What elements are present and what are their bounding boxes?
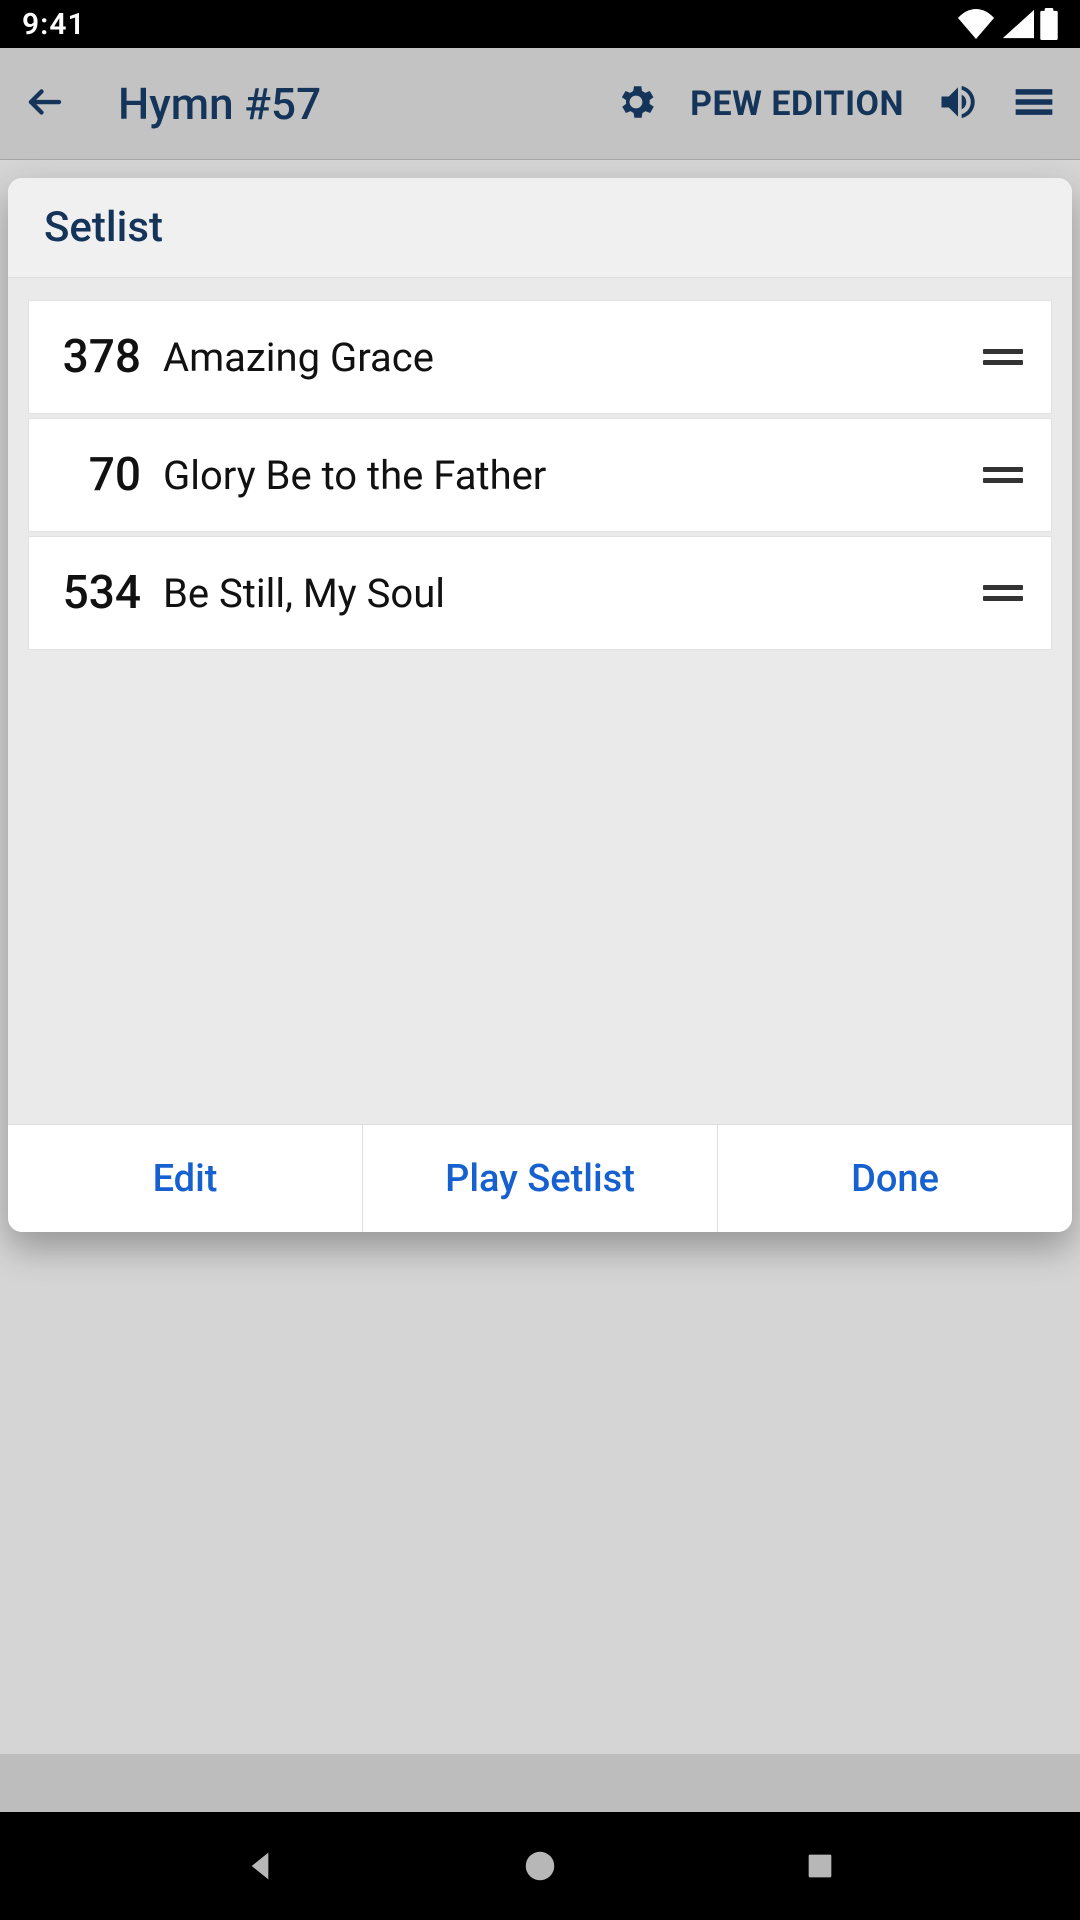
setlist-list: 378 Amazing Grace 70 Glory Be to the Fat… xyxy=(28,300,1052,1100)
list-item[interactable]: 534 Be Still, My Soul xyxy=(28,536,1052,650)
edition-label[interactable]: PEW EDITION xyxy=(690,84,904,124)
hymn-title: Amazing Grace xyxy=(159,334,975,381)
setlist-dialog: Setlist 378 Amazing Grace 70 Glory Be to… xyxy=(8,178,1072,1232)
nav-home-button[interactable] xyxy=(500,1826,580,1906)
back-icon[interactable] xyxy=(24,81,66,127)
nav-recents-button[interactable] xyxy=(780,1826,860,1906)
gear-icon[interactable] xyxy=(614,80,658,128)
menu-icon[interactable] xyxy=(1012,80,1056,128)
system-nav-bar xyxy=(0,1812,1080,1920)
dialog-title: Setlist xyxy=(8,178,1072,278)
dialog-actions: Edit Play Setlist Done xyxy=(8,1124,1072,1232)
done-button[interactable]: Done xyxy=(718,1125,1072,1232)
drag-handle-icon[interactable] xyxy=(975,349,1031,365)
dimmed-bottom-strip xyxy=(0,1754,1080,1812)
play-setlist-button[interactable]: Play Setlist xyxy=(363,1125,718,1232)
nav-back-button[interactable] xyxy=(220,1826,300,1906)
battery-icon xyxy=(1040,8,1058,40)
volume-icon[interactable] xyxy=(936,80,980,128)
dialog-body: 378 Amazing Grace 70 Glory Be to the Fat… xyxy=(8,278,1072,1124)
edit-button[interactable]: Edit xyxy=(8,1125,363,1232)
app-bar: Hymn #57 PEW EDITION xyxy=(0,48,1080,160)
hymn-number: 378 xyxy=(29,330,159,384)
drag-handle-icon[interactable] xyxy=(975,585,1031,601)
status-time: 9:41 xyxy=(22,7,86,42)
page-title: Hymn #57 xyxy=(118,78,582,130)
hymn-number: 534 xyxy=(29,566,159,620)
hymn-title: Glory Be to the Father xyxy=(159,452,975,499)
list-item[interactable]: 70 Glory Be to the Father xyxy=(28,418,1052,532)
cellular-icon xyxy=(1000,9,1034,39)
status-bar: 9:41 xyxy=(0,0,1080,48)
hymn-number: 70 xyxy=(29,448,159,502)
list-item[interactable]: 378 Amazing Grace xyxy=(28,300,1052,414)
wifi-icon xyxy=(958,9,994,39)
drag-handle-icon[interactable] xyxy=(975,467,1031,483)
hymn-title: Be Still, My Soul xyxy=(159,570,975,617)
status-icons xyxy=(958,8,1058,40)
app-screen: Hymn #57 PEW EDITION Setlist 378 Amazing… xyxy=(0,48,1080,1812)
